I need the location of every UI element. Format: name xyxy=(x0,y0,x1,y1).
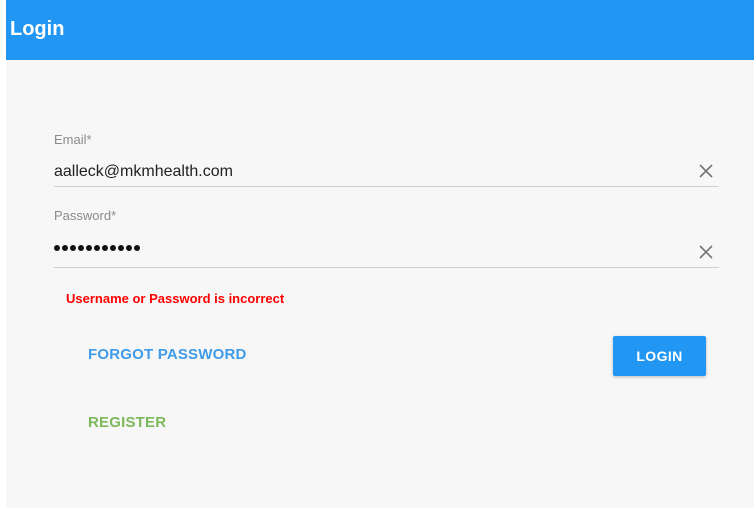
password-mask-dot xyxy=(110,245,116,251)
email-field[interactable]: aalleck@mkmhealth.com xyxy=(54,158,719,187)
close-icon[interactable] xyxy=(697,243,715,261)
password-mask-dot xyxy=(126,245,132,251)
register-link[interactable]: REGISTER xyxy=(88,414,166,432)
password-mask-dot xyxy=(134,245,140,251)
login-dialog: Login Email* aalleck@mkmhealth.com Passw… xyxy=(6,0,754,508)
password-field[interactable] xyxy=(54,239,719,268)
email-value[interactable]: aalleck@mkmhealth.com xyxy=(54,162,233,182)
password-mask-dot xyxy=(70,245,76,251)
close-icon[interactable] xyxy=(697,162,715,180)
password-mask-dot xyxy=(102,245,108,251)
password-value[interactable] xyxy=(54,245,140,251)
password-mask-dot xyxy=(54,245,60,251)
password-mask-dot xyxy=(118,245,124,251)
dialog-header: Login xyxy=(6,0,754,60)
password-mask-dot xyxy=(78,245,84,251)
error-message: Username or Password is incorrect xyxy=(66,291,285,306)
forgot-password-link[interactable]: FORGOT PASSWORD xyxy=(88,346,247,364)
login-button[interactable]: LOGIN xyxy=(613,336,706,376)
password-mask-dot xyxy=(62,245,68,251)
password-mask-dot xyxy=(86,245,92,251)
password-mask-dot xyxy=(94,245,100,251)
dialog-title: Login xyxy=(10,18,65,40)
email-label: Email* xyxy=(54,132,92,147)
password-label: Password* xyxy=(54,208,117,223)
